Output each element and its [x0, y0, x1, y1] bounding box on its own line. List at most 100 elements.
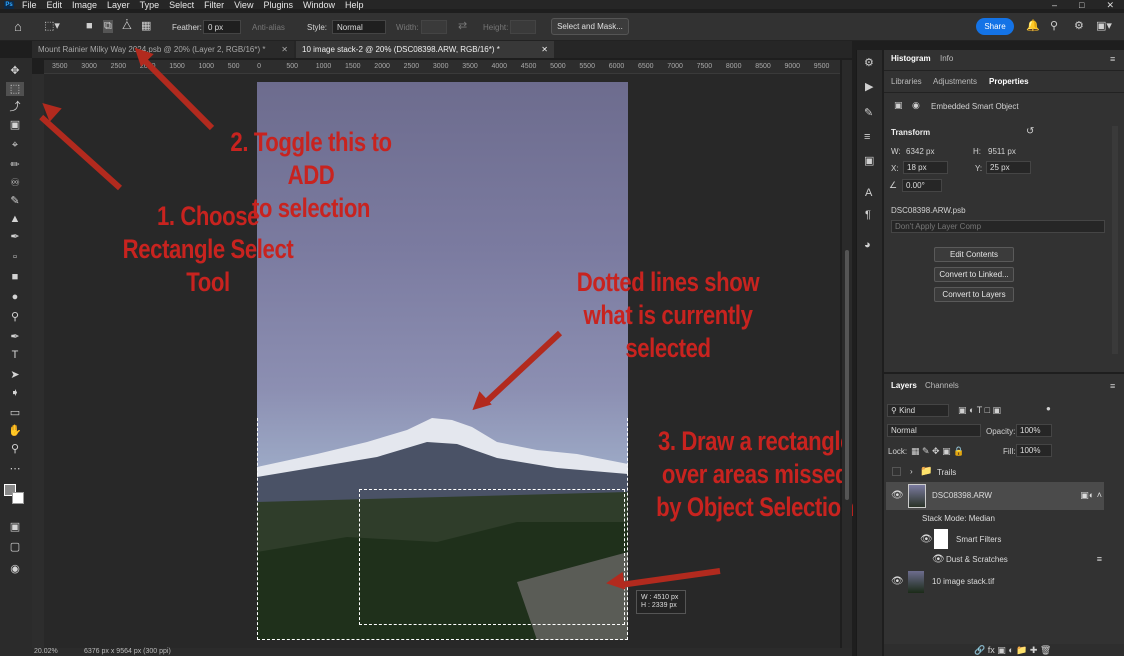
tab-close-icon[interactable]: ✕ [541, 41, 548, 58]
menu-view[interactable]: View [234, 0, 253, 10]
select-and-mask-button[interactable]: Select and Mask... [551, 18, 629, 35]
y-input[interactable]: 25 px [986, 161, 1031, 174]
swap-icon[interactable]: ⇄ [458, 21, 467, 32]
layer-actions-icons[interactable]: 🔗 fx ▣ ◐ 📁 ✚ 🗑 [974, 645, 1051, 656]
blend-mode-select[interactable]: Normal [887, 424, 981, 437]
filter-pixel-icon[interactable]: ▣ ◐ T □ ▣ [958, 405, 1001, 416]
tab-close-icon[interactable]: ✕ [281, 41, 288, 58]
pen-tool-icon[interactable]: ✒ [6, 330, 24, 344]
lock-options-icon[interactable]: ▦ ✎ ✥ ▣ 🔒 [911, 446, 964, 457]
maximize-icon[interactable]: □ [1079, 0, 1084, 11]
rectangle-selection[interactable] [359, 489, 625, 625]
tab-10-image-stack[interactable]: 10 image stack-2 @ 20% (DSC08398.ARW, RG… [296, 41, 554, 58]
edit-contents-button[interactable]: Edit Contents [934, 247, 1014, 262]
close-icon[interactable]: ✕ [1106, 0, 1114, 11]
canvas-vertical-scrollbar[interactable] [842, 60, 852, 648]
dust-scratches-row[interactable]: 👁 Dust & Scratches ≡ [886, 552, 1104, 568]
menu-layer[interactable]: Layer [107, 0, 130, 10]
clone-stamp-icon[interactable]: ▲ [6, 212, 24, 226]
width-input[interactable] [421, 20, 447, 34]
visibility-toggle[interactable] [892, 467, 901, 476]
eye-icon[interactable]: 👁 [891, 490, 904, 501]
zoom-tool-icon[interactable]: ⚲ [6, 442, 24, 456]
feather-input[interactable]: 0 px [203, 20, 241, 34]
share-button[interactable]: Share [976, 18, 1014, 35]
tab-libraries[interactable]: Libraries [891, 77, 922, 86]
properties-scrollbar[interactable] [1112, 126, 1118, 354]
adjust-icon[interactable]: ≡ [864, 132, 870, 143]
menu-image[interactable]: Image [72, 0, 97, 10]
hand-tool-icon[interactable]: ✋ [6, 424, 24, 438]
quick-mask-icon[interactable]: ▣ [6, 520, 24, 534]
menu-plugins[interactable]: Plugins [263, 0, 293, 10]
smart-filters-row[interactable]: 👁 Smart Filters [886, 528, 1104, 550]
style-select[interactable]: Normal [332, 20, 386, 34]
paragraph-icon[interactable]: ¶ [865, 210, 871, 221]
new-selection-icon[interactable]: ■ [86, 21, 93, 32]
menu-filter[interactable]: Filter [204, 0, 224, 10]
pointer-icon[interactable]: ➧ [6, 386, 24, 400]
3d-icon[interactable]: ◕ [864, 240, 871, 251]
type-tool-icon[interactable]: T [6, 348, 24, 362]
gear-icon[interactable]: ⚙ [1074, 21, 1084, 32]
tab-layers[interactable]: Layers [891, 381, 917, 390]
angle-input[interactable]: 0.00° [902, 179, 942, 192]
tab-histogram[interactable]: Histogram [891, 54, 931, 63]
document-info[interactable]: 6376 px x 9564 px (300 ppi) [84, 648, 171, 655]
layer-row-dsc08398[interactable]: 👁 DSC08398.ARW ▣◐ ˄ [886, 482, 1104, 510]
more-tools-icon[interactable]: ⋯ [6, 462, 24, 476]
object-select-tool-icon[interactable]: ▣ [6, 118, 24, 132]
color-swatches-icon[interactable] [4, 484, 26, 506]
brush-settings-icon[interactable]: ✎ [864, 108, 873, 119]
extras-icon[interactable]: ◉ [6, 562, 24, 576]
h-value[interactable]: 9511 px [988, 147, 1016, 156]
menu-edit[interactable]: Edit [47, 0, 63, 10]
eye-icon[interactable]: 👁 [932, 554, 945, 565]
panel-menu-icon[interactable]: ≡ [1110, 54, 1115, 65]
history-brush-icon[interactable]: ✒ [6, 230, 24, 244]
tab-mount-rainier[interactable]: Mount Rainier Milky Way 2024.psb @ 20% (… [32, 41, 294, 58]
minimize-icon[interactable]: – [1052, 0, 1057, 11]
blur-tool-icon[interactable]: ● [6, 290, 24, 304]
layer-comp-select[interactable]: Don't Apply Layer Comp [891, 220, 1105, 233]
rectangle-select-tool-icon[interactable]: ⬚ [6, 82, 24, 96]
mask-icon[interactable]: ◉ [912, 100, 920, 111]
eye-icon[interactable]: 👁 [920, 534, 933, 545]
eyedropper-tool-icon[interactable]: ✏ [6, 158, 24, 172]
filter-toggle-icon[interactable]: ● [1046, 403, 1051, 414]
stack-mode-row[interactable]: Stack Mode: Median [886, 512, 1104, 526]
layer-row-10-image-stack[interactable]: 👁 10 image stack.tif [886, 570, 1104, 594]
intersect-selection-icon[interactable]: ▦ [141, 21, 151, 32]
convert-to-layers-button[interactable]: Convert to Layers [934, 287, 1014, 302]
scrollbar-thumb[interactable] [845, 250, 849, 500]
subtract-selection-icon[interactable]: ⧊ [122, 21, 132, 32]
search-icon[interactable]: ⚲ [1050, 21, 1058, 32]
eye-icon[interactable]: 👁 [891, 576, 904, 587]
brush-tool-icon[interactable]: ✎ [6, 194, 24, 208]
menu-type[interactable]: Type [140, 0, 160, 10]
antialias-checkbox[interactable]: Anti-alias [252, 23, 285, 32]
eraser-tool-icon[interactable]: ▫ [6, 250, 24, 264]
home-icon[interactable]: ⌂ [14, 20, 22, 33]
gradient-tool-icon[interactable]: ■ [6, 270, 24, 284]
kind-filter-select[interactable]: ⚲ Kind [887, 404, 949, 417]
tab-properties[interactable]: Properties [989, 77, 1029, 86]
marquee-preset-icon[interactable]: ⬚▾ [44, 21, 60, 32]
bell-icon[interactable]: 🔔 [1026, 21, 1040, 32]
path-select-icon[interactable]: ➤ [6, 368, 24, 382]
play-actions-icon[interactable]: ▶ [865, 82, 873, 93]
tab-info[interactable]: Info [940, 54, 953, 63]
zoom-level[interactable]: 20.02% [34, 648, 58, 655]
rectangle-shape-icon[interactable]: ▭ [6, 406, 24, 420]
crop-tool-icon[interactable]: ⌖ [6, 138, 24, 152]
layer-row-trails[interactable]: › 📁 Trails [886, 462, 1104, 482]
lasso-tool-icon[interactable]: ⤴ [6, 100, 24, 114]
menu-file[interactable]: File [22, 0, 37, 10]
clone-source-icon[interactable]: ▣ [864, 156, 874, 167]
tab-adjustments[interactable]: Adjustments [933, 77, 977, 86]
menu-select[interactable]: Select [169, 0, 194, 10]
dodge-tool-icon[interactable]: ⚲ [6, 310, 24, 324]
convert-to-linked-button[interactable]: Convert to Linked... [934, 267, 1014, 282]
x-input[interactable]: 18 px [903, 161, 948, 174]
menu-help[interactable]: Help [345, 0, 364, 10]
